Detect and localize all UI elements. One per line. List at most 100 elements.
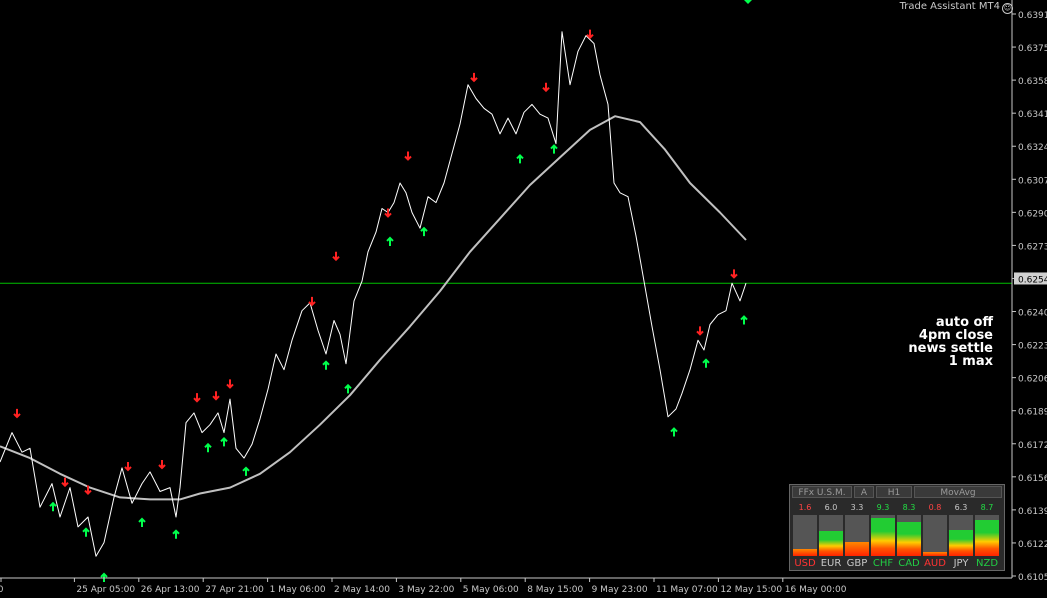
currency-label-eur[interactable]: EUR xyxy=(818,557,844,570)
price-tick-label: 0.6156 xyxy=(1018,474,1047,484)
time-tick-label: 1 May 06:00 xyxy=(270,585,326,595)
panel-header: FFx U.S.M. A H1 MovAvg xyxy=(792,486,1002,499)
sell-arrow-icon xyxy=(124,461,132,472)
status-overlay: auto off 4pm close news settle 1 max xyxy=(908,316,993,368)
sell-arrow-icon xyxy=(61,477,69,488)
moving-average-line xyxy=(0,115,747,501)
price-tick-label: 0.6273 xyxy=(1018,242,1047,252)
time-tick-label: 27 Apr 21:00 xyxy=(205,585,264,595)
buy-arrow-icon xyxy=(204,442,212,453)
price-tick-label: 0.6189 xyxy=(1018,408,1047,418)
price-tick-label: 0.6172 xyxy=(1018,441,1047,451)
buy-arrow-icon xyxy=(420,226,428,237)
strength-bar-fill xyxy=(793,549,817,556)
strength-bar-aud xyxy=(923,515,947,556)
strength-bar-fill xyxy=(949,530,973,556)
panel-labels-row: USD EUR GBP CHF CAD AUD JPY NZD xyxy=(792,557,1002,570)
sell-arrow-icon xyxy=(308,296,316,307)
buy-arrow-icon xyxy=(386,236,394,246)
buy-arrow-icon xyxy=(49,501,57,512)
strength-bar-fill xyxy=(975,520,999,556)
buy-arrow-icon xyxy=(220,436,228,447)
strength-value-cad: 8.3 xyxy=(902,503,916,512)
price-tick-label: 0.6358 xyxy=(1018,77,1047,87)
strength-value-nzd: 8.7 xyxy=(980,503,994,512)
currency-label-aud[interactable]: AUD xyxy=(922,557,948,570)
price-series-line xyxy=(0,31,747,557)
current-price-label: 0.6254 xyxy=(1018,275,1047,285)
price-tick-label: 0.6240 xyxy=(1018,309,1047,319)
price-tick-label: 0.6324 xyxy=(1018,143,1047,153)
strength-value-eur: 6.0 xyxy=(824,503,838,512)
panel-mode-button[interactable]: A xyxy=(854,486,874,498)
sell-arrow-icon xyxy=(470,72,478,83)
panel-bars-row xyxy=(792,515,1002,556)
buy-arrow-icon xyxy=(516,153,524,164)
panel-title-button[interactable]: FFx U.S.M. xyxy=(792,486,852,498)
buy-arrow-icon xyxy=(740,315,748,325)
strength-bar-gbp xyxy=(845,515,869,556)
sell-arrow-icon xyxy=(730,269,738,279)
panel-values-row: 1.6 6.0 3.3 9.3 8.3 0.8 6.3 8.7 xyxy=(792,502,1002,513)
buy-arrow-icon xyxy=(322,360,330,370)
signal-arrows-layer xyxy=(13,0,752,582)
price-tick-label: 0.6307 xyxy=(1018,176,1047,186)
sell-arrow-icon xyxy=(542,82,550,93)
time-tick-label: 11 May 07:00 xyxy=(656,585,718,595)
smiley-icon: ☺ xyxy=(1002,3,1013,14)
time-tick-label: 16 May 00:00 xyxy=(785,585,847,595)
strength-bar-fill xyxy=(871,518,895,556)
price-tick-label: 0.6391 xyxy=(1018,11,1047,21)
buy-arrow-icon xyxy=(242,466,250,476)
price-tick-label: 0.6375 xyxy=(1018,44,1047,54)
price-tick-label: 0.6341 xyxy=(1018,110,1047,120)
time-axis: 00 25 Apr 05:00 26 Apr 13:00 27 Apr 21:00 1 … xyxy=(0,577,1012,595)
trade-assistant-label[interactable]: Trade Assistant MT4 ☺ xyxy=(900,1,1013,14)
currency-label-usd[interactable]: USD xyxy=(792,557,818,570)
sell-arrow-icon xyxy=(158,459,166,470)
currency-label-nzd[interactable]: NZD xyxy=(974,557,1000,570)
sell-arrow-icon xyxy=(226,379,234,389)
sell-arrow-icon xyxy=(404,151,412,161)
strength-bar-fill xyxy=(897,522,921,556)
overlay-line-max: 1 max xyxy=(948,354,993,369)
sell-arrow-icon xyxy=(696,326,704,336)
currency-label-gbp[interactable]: GBP xyxy=(844,557,870,570)
sell-arrow-icon xyxy=(586,29,594,40)
strength-value-aud: 0.8 xyxy=(928,503,942,512)
time-tick-label: 9 May 23:00 xyxy=(592,585,648,595)
time-tick-label: 12 May 15:00 xyxy=(720,585,782,595)
strength-value-chf: 9.3 xyxy=(876,503,890,512)
strength-bar-cad xyxy=(897,515,921,556)
currency-label-chf[interactable]: CHF xyxy=(870,557,896,570)
buy-arrow-icon xyxy=(702,358,710,368)
panel-method-button[interactable]: MovAvg xyxy=(914,486,1002,498)
price-line-layer xyxy=(0,31,747,557)
strength-bar-usd xyxy=(793,515,817,556)
panel-timeframe-button[interactable]: H1 xyxy=(876,486,912,498)
buy-arrow-icon xyxy=(670,427,678,437)
time-tick-label: 00 xyxy=(0,585,4,595)
buy-arrow-icon xyxy=(82,527,90,537)
price-axis: 0.6391 0.6375 0.6358 0.6341 0.6324 0.6307 0.62… xyxy=(1011,0,1047,583)
strength-bar-nzd xyxy=(975,515,999,556)
strength-value-jpy: 6.3 xyxy=(954,503,968,512)
buy-arrow-icon xyxy=(344,383,352,394)
currency-label-cad[interactable]: CAD xyxy=(896,557,922,570)
buy-arrow-icon xyxy=(172,529,180,539)
sell-arrow-icon xyxy=(332,251,340,262)
strength-bar-eur xyxy=(819,515,843,556)
price-tick-label: 0.6105 xyxy=(1018,573,1047,583)
strength-bar-chf xyxy=(871,515,895,556)
currency-label-jpy[interactable]: JPY xyxy=(948,557,974,570)
buy-arrow-icon xyxy=(138,517,146,527)
time-tick-label: 25 Apr 05:00 xyxy=(76,585,135,595)
price-tick-label: 0.6223 xyxy=(1018,342,1047,352)
price-tick-label: 0.6122 xyxy=(1018,540,1047,550)
time-tick-label: 5 May 06:00 xyxy=(463,585,519,595)
strength-bar-fill xyxy=(845,542,869,556)
price-tick-label: 0.6206 xyxy=(1018,375,1047,385)
sell-arrow-icon xyxy=(212,391,220,401)
sell-arrow-icon xyxy=(193,393,201,403)
sell-arrow-icon xyxy=(13,408,21,419)
